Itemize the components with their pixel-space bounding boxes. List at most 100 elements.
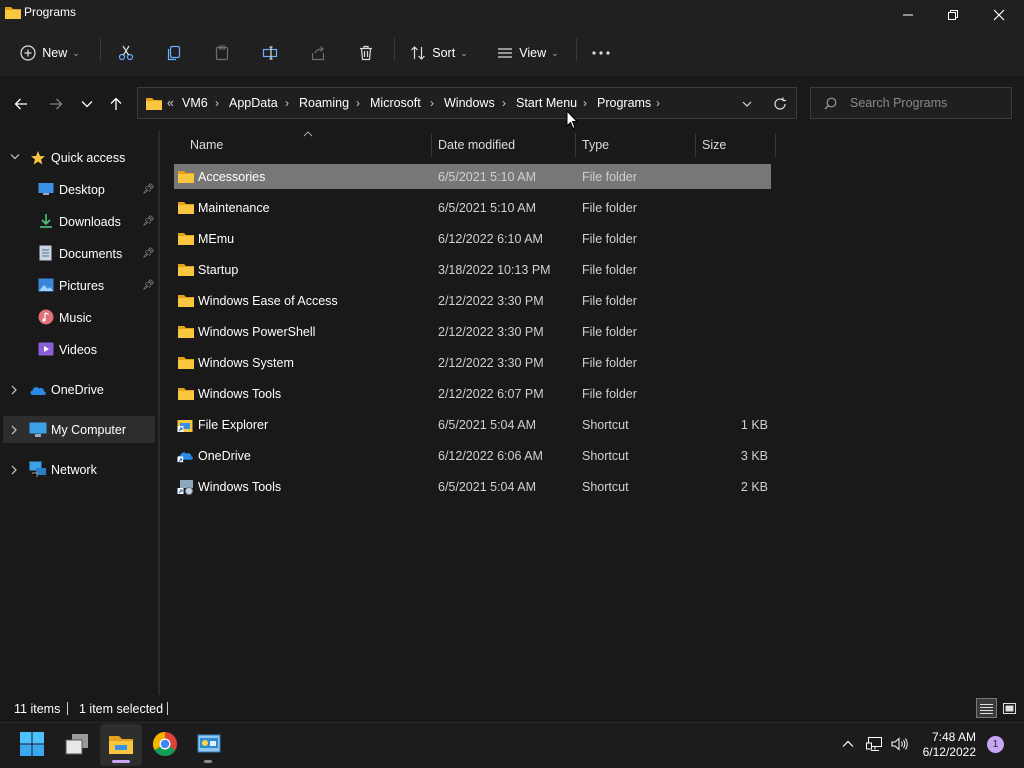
- computer-icon: [29, 422, 47, 437]
- nav-quick-access[interactable]: Quick access: [51, 151, 125, 165]
- desktop-icon: [38, 183, 54, 195]
- chevron-right-icon[interactable]: [10, 385, 18, 395]
- control-panel-taskbar-button[interactable]: [195, 730, 223, 758]
- nav-desktop[interactable]: Desktop: [59, 183, 105, 197]
- table-row[interactable]: Windows Tools 2/12/2022 6:07 PM File fol…: [174, 381, 771, 406]
- chevron-right-icon[interactable]: [10, 465, 18, 475]
- onedrive-shortcut-icon: [177, 452, 193, 463]
- details-view-button[interactable]: [976, 698, 997, 718]
- more-options-button[interactable]: [586, 38, 616, 68]
- breadcrumb-roaming[interactable]: Roaming: [299, 96, 349, 110]
- column-header-type[interactable]: Type: [582, 138, 609, 152]
- file-name: Windows PowerShell: [198, 325, 316, 339]
- table-row[interactable]: MEmu 6/12/2022 6:10 AM File folder: [174, 226, 771, 251]
- windows-tools-shortcut-icon: [177, 480, 193, 495]
- sort-ascending-icon: [303, 131, 313, 137]
- file-name: Windows System: [198, 356, 294, 370]
- breadcrumb-windows[interactable]: Windows: [444, 96, 495, 110]
- network-tray-button[interactable]: [865, 734, 885, 754]
- breadcrumb-separator[interactable]: ›: [285, 96, 289, 110]
- file-explorer-taskbar-button[interactable]: [107, 730, 135, 758]
- column-divider[interactable]: [695, 133, 696, 157]
- table-row[interactable]: Maintenance 6/5/2021 5:10 AM File folder: [174, 195, 771, 220]
- breadcrumb-overflow[interactable]: «: [167, 96, 174, 110]
- breadcrumb-vm6[interactable]: VM6: [182, 96, 208, 110]
- nav-documents[interactable]: Documents: [59, 247, 122, 261]
- file-name: Windows Tools: [198, 480, 282, 494]
- table-row[interactable]: File Explorer 6/5/2021 5:04 AM Shortcut …: [174, 412, 771, 437]
- search-icon: [824, 97, 837, 110]
- share-button[interactable]: [304, 38, 332, 68]
- nav-network[interactable]: Network: [51, 463, 97, 477]
- close-button[interactable]: [976, 0, 1022, 30]
- breadcrumb-start-menu[interactable]: Start Menu: [516, 96, 577, 110]
- sort-button[interactable]: Sort ⌄: [404, 38, 474, 68]
- forward-button[interactable]: [44, 92, 68, 116]
- delete-button[interactable]: [352, 38, 380, 68]
- back-button[interactable]: [9, 92, 33, 116]
- recent-locations-button[interactable]: [75, 92, 99, 116]
- refresh-icon: [774, 97, 786, 110]
- column-divider[interactable]: [575, 133, 576, 157]
- nav-music[interactable]: Music: [59, 311, 92, 325]
- folder-icon: [178, 326, 194, 338]
- table-row[interactable]: Startup 3/18/2022 10:13 PM File folder: [174, 257, 771, 282]
- maximize-button[interactable]: [930, 0, 976, 30]
- refresh-button[interactable]: [770, 94, 790, 114]
- table-row[interactable]: Windows Ease of Access 2/12/2022 3:30 PM…: [174, 288, 771, 313]
- breadcrumb-separator[interactable]: ›: [656, 96, 660, 110]
- clock-time[interactable]: 7:48 AM: [920, 730, 976, 744]
- address-history-button[interactable]: [738, 95, 756, 113]
- cut-button[interactable]: [112, 38, 140, 68]
- copy-button[interactable]: [160, 38, 188, 68]
- file-type: Shortcut: [582, 449, 629, 463]
- nav-pictures[interactable]: Pictures: [59, 279, 104, 293]
- column-header-date[interactable]: Date modified: [438, 138, 515, 152]
- paste-button[interactable]: [208, 38, 236, 68]
- file-name: Maintenance: [198, 201, 270, 215]
- table-row[interactable]: Accessories 6/5/2021 5:10 AM File folder: [174, 164, 771, 189]
- chevron-down-icon[interactable]: [10, 153, 20, 161]
- notification-badge[interactable]: 1: [987, 736, 1004, 753]
- new-button[interactable]: New ⌄: [14, 38, 86, 68]
- table-row[interactable]: OneDrive 6/12/2022 6:06 AM Shortcut 3 KB: [174, 443, 771, 468]
- breadcrumb-separator[interactable]: ›: [502, 96, 506, 110]
- nav-my-computer[interactable]: My Computer: [51, 423, 126, 437]
- speaker-icon: [891, 737, 908, 751]
- chrome-taskbar-button[interactable]: [151, 730, 179, 758]
- column-divider[interactable]: [431, 133, 432, 157]
- minimize-button[interactable]: [885, 0, 931, 30]
- nav-downloads[interactable]: Downloads: [59, 215, 121, 229]
- task-view-button[interactable]: [63, 730, 91, 758]
- details-view-icon: [980, 703, 993, 714]
- file-type: File folder: [582, 294, 637, 308]
- breadcrumb-separator[interactable]: ›: [356, 96, 360, 110]
- nav-onedrive[interactable]: OneDrive: [51, 383, 104, 397]
- breadcrumb-separator[interactable]: ›: [430, 96, 434, 110]
- file-date: 6/5/2021 5:10 AM: [438, 201, 536, 215]
- clipboard-icon: [215, 45, 229, 61]
- breadcrumb-separator[interactable]: ›: [583, 96, 587, 110]
- up-button[interactable]: [104, 92, 128, 116]
- table-row[interactable]: Windows PowerShell 2/12/2022 3:30 PM Fil…: [174, 319, 771, 344]
- column-divider[interactable]: [775, 133, 776, 157]
- view-button[interactable]: View ⌄: [492, 38, 564, 68]
- breadcrumb-microsoft[interactable]: Microsoft: [370, 96, 421, 110]
- table-row[interactable]: Windows Tools 6/5/2021 5:04 AM Shortcut …: [174, 474, 771, 499]
- clock-date[interactable]: 6/12/2022: [920, 745, 976, 759]
- trash-icon: [360, 45, 372, 61]
- table-row[interactable]: Windows System 2/12/2022 3:30 PM File fo…: [174, 350, 771, 375]
- nav-videos[interactable]: Videos: [59, 343, 97, 357]
- volume-tray-button[interactable]: [890, 734, 910, 754]
- navigation-pane-divider[interactable]: [158, 131, 160, 695]
- rename-button[interactable]: [256, 38, 284, 68]
- show-hidden-icons-button[interactable]: [838, 734, 858, 754]
- breadcrumb-separator[interactable]: ›: [215, 96, 219, 110]
- chevron-right-icon[interactable]: [10, 425, 18, 435]
- start-button[interactable]: [18, 730, 46, 758]
- breadcrumb-appdata[interactable]: AppData: [229, 96, 278, 110]
- breadcrumb-programs[interactable]: Programs: [597, 96, 651, 110]
- column-header-size[interactable]: Size: [702, 138, 726, 152]
- column-header-name[interactable]: Name: [190, 138, 223, 152]
- large-icons-view-button[interactable]: [999, 698, 1020, 718]
